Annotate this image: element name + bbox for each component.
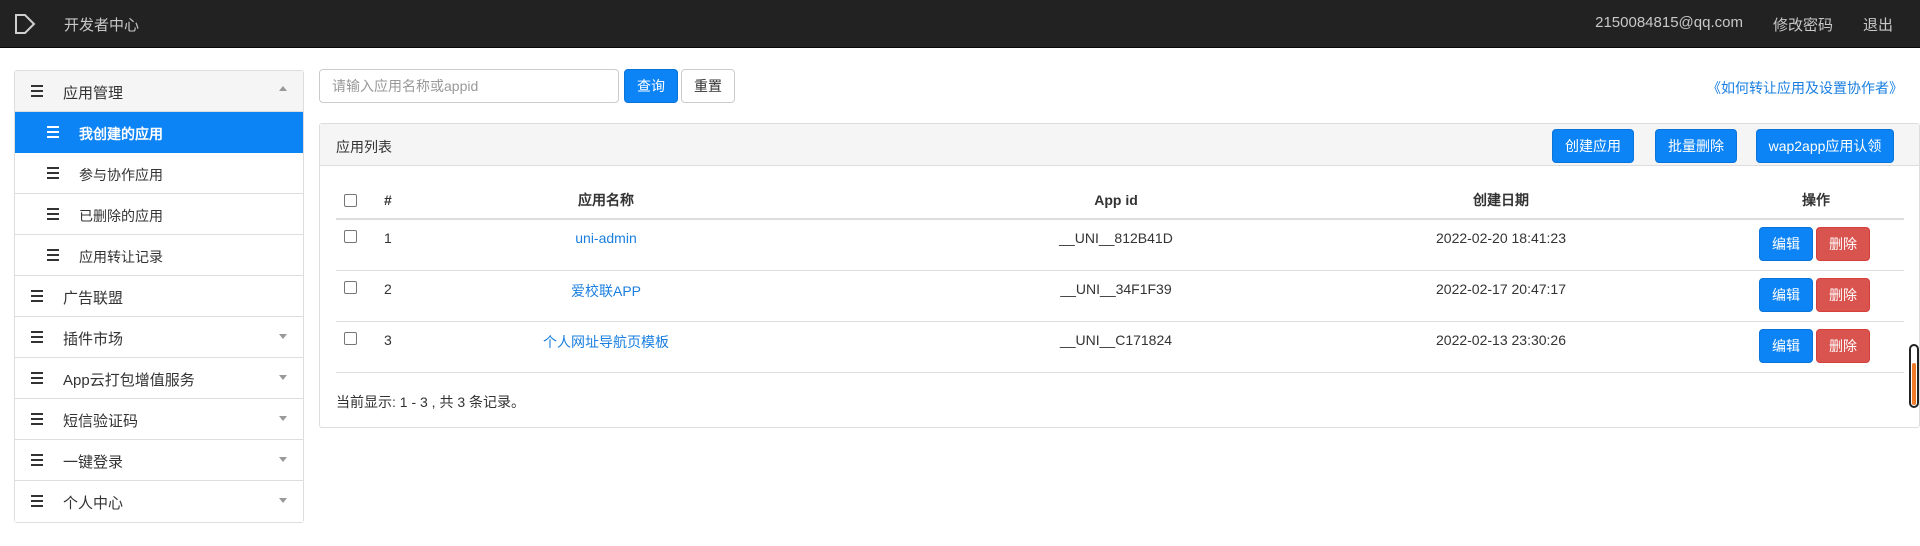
row-created-date: 2022-02-20 18:41:23 <box>1436 230 1566 246</box>
panel-header: 应用列表 创建应用 批量删除 wap2app应用认领 <box>320 124 1919 166</box>
menu-icon <box>31 495 43 507</box>
delete-button[interactable]: 删除 <box>1816 329 1870 363</box>
scrollbar-thumb[interactable] <box>1912 363 1916 405</box>
top-navbar: 开发者中心 2150084815@qq.com 修改密码 退出 <box>0 0 1920 48</box>
row-operations: 编辑 删除 <box>1696 322 1920 372</box>
row-created-date: 2022-02-17 20:47:17 <box>1436 281 1566 297</box>
user-email[interactable]: 2150084815@qq.com <box>1595 14 1743 35</box>
table-header-row: # 应用名称 App id 创建日期 操作 <box>336 180 1904 220</box>
sidebar-group-label: 个人中心 <box>63 495 124 512</box>
menu-icon <box>47 126 59 138</box>
row-num: 2 <box>384 281 392 297</box>
sidebar-group-ad-alliance[interactable]: 广告联盟 <box>15 276 303 317</box>
table-row: 3 个人网址导航页模板 __UNI__C171824 2022-02-13 23… <box>336 322 1904 373</box>
create-app-button[interactable]: 创建应用 <box>1552 129 1634 163</box>
header-created-date: 创建日期 <box>1473 192 1529 208</box>
row-operations: 编辑 删除 <box>1696 271 1920 321</box>
chevron-down-icon <box>279 416 287 421</box>
app-list-panel: 应用列表 创建应用 批量删除 wap2app应用认领 # 应用名称 App id… <box>319 123 1920 428</box>
menu-icon <box>31 413 43 425</box>
sidebar-item-label: 应用转让记录 <box>79 249 163 265</box>
row-num: 1 <box>384 230 392 246</box>
delete-button[interactable]: 删除 <box>1816 227 1870 261</box>
chevron-down-icon <box>279 457 287 462</box>
menu-icon <box>31 85 43 97</box>
sidebar-group-one-click-login[interactable]: 一键登录 <box>15 440 303 481</box>
row-app-name: uni-admin <box>486 220 726 270</box>
table-row: 2 爱校联APP __UNI__34F1F39 2022-02-17 20:47… <box>336 271 1904 322</box>
sidebar-item-collab-apps[interactable]: 参与协作应用 <box>15 153 303 194</box>
menu-icon <box>31 372 43 384</box>
app-name-link[interactable]: 爱校联APP <box>571 281 641 301</box>
panel-title: 应用列表 <box>336 139 392 155</box>
menu-icon <box>47 208 59 220</box>
sidebar-item-label: 我创建的应用 <box>79 126 163 142</box>
sidebar: 应用管理 我创建的应用 参与协作应用 已删除的应用 应用转让记录 广告联盟 插件… <box>14 70 304 523</box>
sidebar-item-deleted-apps[interactable]: 已删除的应用 <box>15 194 303 235</box>
sidebar-group-label: 短信验证码 <box>63 413 139 430</box>
row-operations: 编辑 删除 <box>1696 220 1920 270</box>
app-table: # 应用名称 App id 创建日期 操作 1 uni-admin __UNI_… <box>336 180 1904 373</box>
query-button[interactable]: 查询 <box>624 69 678 103</box>
header-app-id: App id <box>1094 192 1138 208</box>
sidebar-group-app-cloud-pack[interactable]: App云打包增值服务 <box>15 358 303 399</box>
row-app-id: __UNI__34F1F39 <box>1060 281 1172 297</box>
edit-button[interactable]: 编辑 <box>1759 227 1813 261</box>
chevron-down-icon <box>279 498 287 503</box>
transfer-help-link[interactable]: 《如何转让应用及设置协作者》 <box>1707 78 1903 98</box>
sidebar-group-app-management[interactable]: 应用管理 <box>15 71 303 112</box>
sidebar-group-label: App云打包增值服务 <box>63 372 195 389</box>
app-name-link[interactable]: uni-admin <box>575 230 636 246</box>
logout-link[interactable]: 退出 <box>1863 14 1893 35</box>
sidebar-group-label: 广告联盟 <box>63 290 124 307</box>
row-checkbox[interactable] <box>344 322 357 372</box>
edit-button[interactable]: 编辑 <box>1759 278 1813 312</box>
row-app-id: __UNI__812B41D <box>1059 230 1173 246</box>
row-app-id: __UNI__C171824 <box>1059 332 1173 348</box>
row-app-name: 爱校联APP <box>486 271 726 321</box>
row-checkbox[interactable] <box>344 271 357 321</box>
app-name-link[interactable]: 个人网址导航页模板 <box>543 332 669 352</box>
delete-button[interactable]: 删除 <box>1816 278 1870 312</box>
sidebar-group-personal-center[interactable]: 个人中心 <box>15 481 303 522</box>
chevron-down-icon <box>279 375 287 380</box>
header-num: # <box>384 192 392 208</box>
sidebar-group-label: 应用管理 <box>63 85 124 102</box>
logo-icon[interactable] <box>13 12 37 36</box>
table-row: 1 uni-admin __UNI__812B41D 2022-02-20 18… <box>336 220 1904 271</box>
search-input[interactable] <box>319 69 619 103</box>
chevron-down-icon <box>279 334 287 339</box>
sidebar-item-label: 已删除的应用 <box>79 208 163 224</box>
menu-icon <box>31 454 43 466</box>
sidebar-item-transfer-records[interactable]: 应用转让记录 <box>15 235 303 276</box>
records-summary: 当前显示: 1 - 3 , 共 3 条记录。 <box>336 394 526 410</box>
select-all-checkbox[interactable] <box>344 181 357 219</box>
brand-title[interactable]: 开发者中心 <box>64 14 139 35</box>
sidebar-item-my-apps[interactable]: 我创建的应用 <box>15 112 303 153</box>
row-app-name: 个人网址导航页模板 <box>486 322 726 372</box>
sidebar-group-sms-verification[interactable]: 短信验证码 <box>15 399 303 440</box>
sidebar-item-label: 参与协作应用 <box>79 167 163 183</box>
edit-button[interactable]: 编辑 <box>1759 329 1813 363</box>
menu-icon <box>31 331 43 343</box>
menu-icon <box>47 167 59 179</box>
menu-icon <box>47 249 59 261</box>
header-operations: 操作 <box>1802 192 1830 208</box>
change-password-link[interactable]: 修改密码 <box>1773 14 1833 35</box>
menu-icon <box>31 290 43 302</box>
header-app-name: 应用名称 <box>578 192 634 208</box>
sidebar-group-label: 插件市场 <box>63 331 124 348</box>
chevron-up-icon <box>279 86 287 91</box>
row-num: 3 <box>384 332 392 348</box>
batch-delete-button[interactable]: 批量删除 <box>1655 129 1737 163</box>
sidebar-group-label: 一键登录 <box>63 454 124 471</box>
row-checkbox[interactable] <box>344 220 357 270</box>
page-scrollbar[interactable] <box>1909 344 1919 408</box>
reset-button[interactable]: 重置 <box>681 69 735 103</box>
row-created-date: 2022-02-13 23:30:26 <box>1436 332 1566 348</box>
wap2app-claim-button[interactable]: wap2app应用认领 <box>1756 129 1894 163</box>
user-menu: 2150084815@qq.com 修改密码 退出 <box>1565 14 1893 35</box>
sidebar-group-plugin-market[interactable]: 插件市场 <box>15 317 303 358</box>
